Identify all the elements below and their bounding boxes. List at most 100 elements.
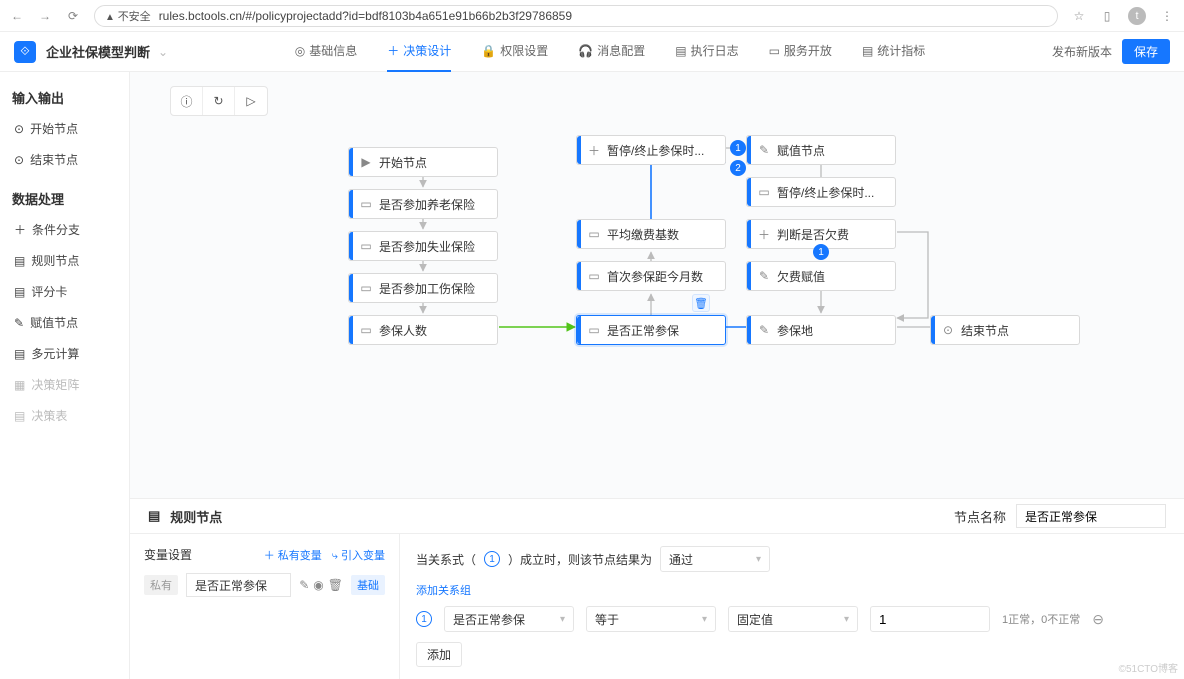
address-bar[interactable]: 不安全 rules.bctools.cn/#/policyprojectadd?…	[94, 5, 1058, 27]
node-arrears-assign[interactable]: ✎欠费赋值	[746, 261, 896, 291]
sidebar-group-process: 数据处理	[0, 183, 129, 214]
delete-var-icon[interactable]: 🗑	[328, 578, 343, 592]
menu-icon[interactable]: ⋮	[1160, 9, 1174, 23]
node-pause-top[interactable]: ＋暂停/终止参保时...	[576, 135, 726, 165]
bookmark-icon[interactable]: ☆	[1072, 9, 1086, 23]
app-logo: ⟐	[14, 41, 36, 63]
cond-op-select[interactable]: 等于▾	[586, 606, 716, 632]
nav-back-icon[interactable]: ←	[10, 9, 24, 23]
chevron-down-icon[interactable]: ⌄	[158, 45, 168, 59]
nav-label: 执行日志	[691, 42, 739, 59]
sidebar-item-label: 决策表	[31, 407, 67, 424]
edge-badge-3: 1	[813, 244, 829, 260]
sidebar-item[interactable]: ▤ 多元计算	[0, 338, 129, 369]
add-group-link[interactable]: 添加关系组	[416, 582, 1168, 598]
cond-var-select[interactable]: 是否正常参保▾	[444, 606, 574, 632]
node-unemployment[interactable]: ▭是否参加失业保险	[348, 231, 498, 261]
workspace: ⓘ ↻ ▷ ▶开始节点 ▭	[130, 72, 1184, 679]
nav-item[interactable]: ▤ 统计指标	[862, 32, 925, 72]
nav-item[interactable]: ▤ 执行日志	[675, 32, 738, 72]
nav-icon: ▤	[675, 44, 686, 58]
node-pause-right[interactable]: ▭暂停/终止参保时...	[746, 177, 896, 207]
sidebar-item-label: 条件分支	[32, 221, 80, 238]
sidebar-item[interactable]: ⊙ 开始节点	[0, 113, 129, 144]
sidebar-item-label: 决策矩阵	[31, 376, 79, 393]
nav-icon: 🎧	[578, 44, 593, 58]
node-count[interactable]: ▭参保人数	[348, 315, 498, 345]
relation-suffix: ）成立时，则该节点结果为	[508, 551, 652, 568]
nav-icon: ▭	[769, 44, 780, 58]
sidebar-item[interactable]: ▤ 规则节点	[0, 245, 129, 276]
sidebar-item: ▤决策表	[0, 400, 129, 431]
add-cond-button[interactable]: 添加	[416, 642, 462, 667]
condition-panel: 当关系式（ 1 ）成立时，则该节点结果为 通过▾ 添加关系组 1 是否正常参保▾…	[400, 534, 1184, 679]
variable-name-box[interactable]: 是否正常参保	[186, 573, 291, 597]
canvas[interactable]: ⓘ ↻ ▷ ▶开始节点 ▭	[130, 72, 1184, 498]
variable-panel: 变量设置 ＋ 私有变量 ⤷ 引入变量 私有 是否正常参保 ✎ ◉ 🗑	[130, 534, 400, 679]
nav-item[interactable]: ◎基础信息	[295, 32, 358, 72]
sidebar-item-icon: ⊙	[14, 153, 24, 167]
node-pension[interactable]: ▭是否参加养老保险	[348, 189, 498, 219]
sidebar-group-io: 输入输出	[0, 82, 129, 113]
nav-label: 统计指标	[877, 42, 925, 59]
node-avg-base[interactable]: ▭平均缴费基数	[576, 219, 726, 249]
sidebar-item-label: 规则节点	[31, 252, 79, 269]
nav-item[interactable]: 🎧消息配置	[578, 32, 645, 72]
sidebar-item-label: 开始节点	[30, 120, 78, 137]
sidebar-item-icon: ✎	[14, 316, 24, 330]
sidebar-item[interactable]: ✎ 赋值节点	[0, 307, 129, 338]
sidebar-item-label: 赋值节点	[30, 314, 78, 331]
sidebar-item[interactable]: ＋ 条件分支	[0, 214, 129, 245]
nav-icon: ◎	[295, 44, 305, 58]
sidebar: 输入输出 ⊙开始节点⊙结束节点 数据处理 ＋条件分支▤规则节点▤评分卡✎赋值节点…	[0, 72, 130, 679]
view-var-icon[interactable]: ◉	[313, 578, 323, 592]
cond-value-input[interactable]	[870, 606, 990, 632]
cond-type-select[interactable]: 固定值▾	[728, 606, 858, 632]
profile-avatar[interactable]: t	[1128, 7, 1146, 25]
cond-note: 1正常，0不正常	[1002, 611, 1080, 627]
sidebar-item[interactable]: ▤评分卡	[0, 276, 129, 307]
sidebar-item-icon: ▦	[14, 378, 25, 392]
nav-fwd-icon[interactable]: →	[38, 9, 52, 23]
condition-row: 1 是否正常参保▾ 等于▾ 固定值▾ 1正常，0不正常 ⊖	[416, 606, 1168, 632]
app-header: ⟐ 企业社保模型判断 ⌄ ◎基础信息 ＋决策设计 🔒 权限设置 🎧消息配置 ▤ 执行日志 ▭ 服…	[0, 32, 1184, 72]
add-private-var-link[interactable]: ＋ 私有变量	[264, 547, 322, 563]
nav-icon: ▤	[862, 44, 873, 58]
sidebar-item-icon: ▤	[14, 254, 25, 268]
sidebar-item-icon: ⊙	[14, 122, 24, 136]
nav-item[interactable]: ▭ 服务开放	[769, 32, 832, 72]
delete-node-icon[interactable]: 🗑	[692, 294, 710, 312]
page-title: 企业社保模型判断	[46, 42, 150, 61]
nav-label: 服务开放	[784, 42, 832, 59]
node-end[interactable]: ⊙结束节点	[930, 315, 1080, 345]
sidebar-item[interactable]: ⊙结束节点	[0, 144, 129, 175]
sidebar-item-icon: ＋	[14, 221, 26, 238]
publish-button[interactable]: 发布新版本	[1052, 43, 1112, 60]
sidebar-item-label: 评分卡	[31, 283, 67, 300]
nav-icon: 🔒	[481, 44, 496, 58]
nav-label: 决策设计	[403, 42, 451, 59]
node-name-input[interactable]	[1016, 504, 1166, 528]
sidebar-item-label: 多元计算	[31, 345, 79, 362]
nav-icon: ＋	[387, 42, 399, 59]
tag-private: 私有	[144, 575, 178, 595]
panel-icon[interactable]: ▯	[1100, 9, 1114, 23]
edit-var-icon[interactable]: ✎	[299, 578, 309, 592]
remove-cond-icon[interactable]: ⊖	[1092, 611, 1104, 628]
nav-item[interactable]: 🔒 权限设置	[481, 32, 548, 72]
node-months[interactable]: ▭首次参保距今月数	[576, 261, 726, 291]
edge-badge-1: 1	[730, 140, 746, 156]
save-button[interactable]: 保存	[1122, 39, 1170, 64]
sidebar-item-icon: ▤	[14, 347, 25, 361]
node-injury[interactable]: ▭是否参加工伤保险	[348, 273, 498, 303]
import-var-link[interactable]: ⤷ 引入变量	[332, 547, 385, 563]
node-start[interactable]: ▶开始节点	[348, 147, 498, 177]
result-select[interactable]: 通过▾	[660, 546, 770, 572]
node-assign[interactable]: ✎赋值节点	[746, 135, 896, 165]
nav-reload-icon[interactable]: ⟳	[66, 9, 80, 23]
node-normal-insure[interactable]: ▭是否正常参保	[576, 315, 726, 345]
nav-label: 权限设置	[500, 42, 548, 59]
nav-item[interactable]: ＋决策设计	[387, 32, 451, 72]
browser-bar: ← → ⟳ 不安全 rules.bctools.cn/#/policyproje…	[0, 0, 1184, 32]
node-location[interactable]: ✎参保地	[746, 315, 896, 345]
